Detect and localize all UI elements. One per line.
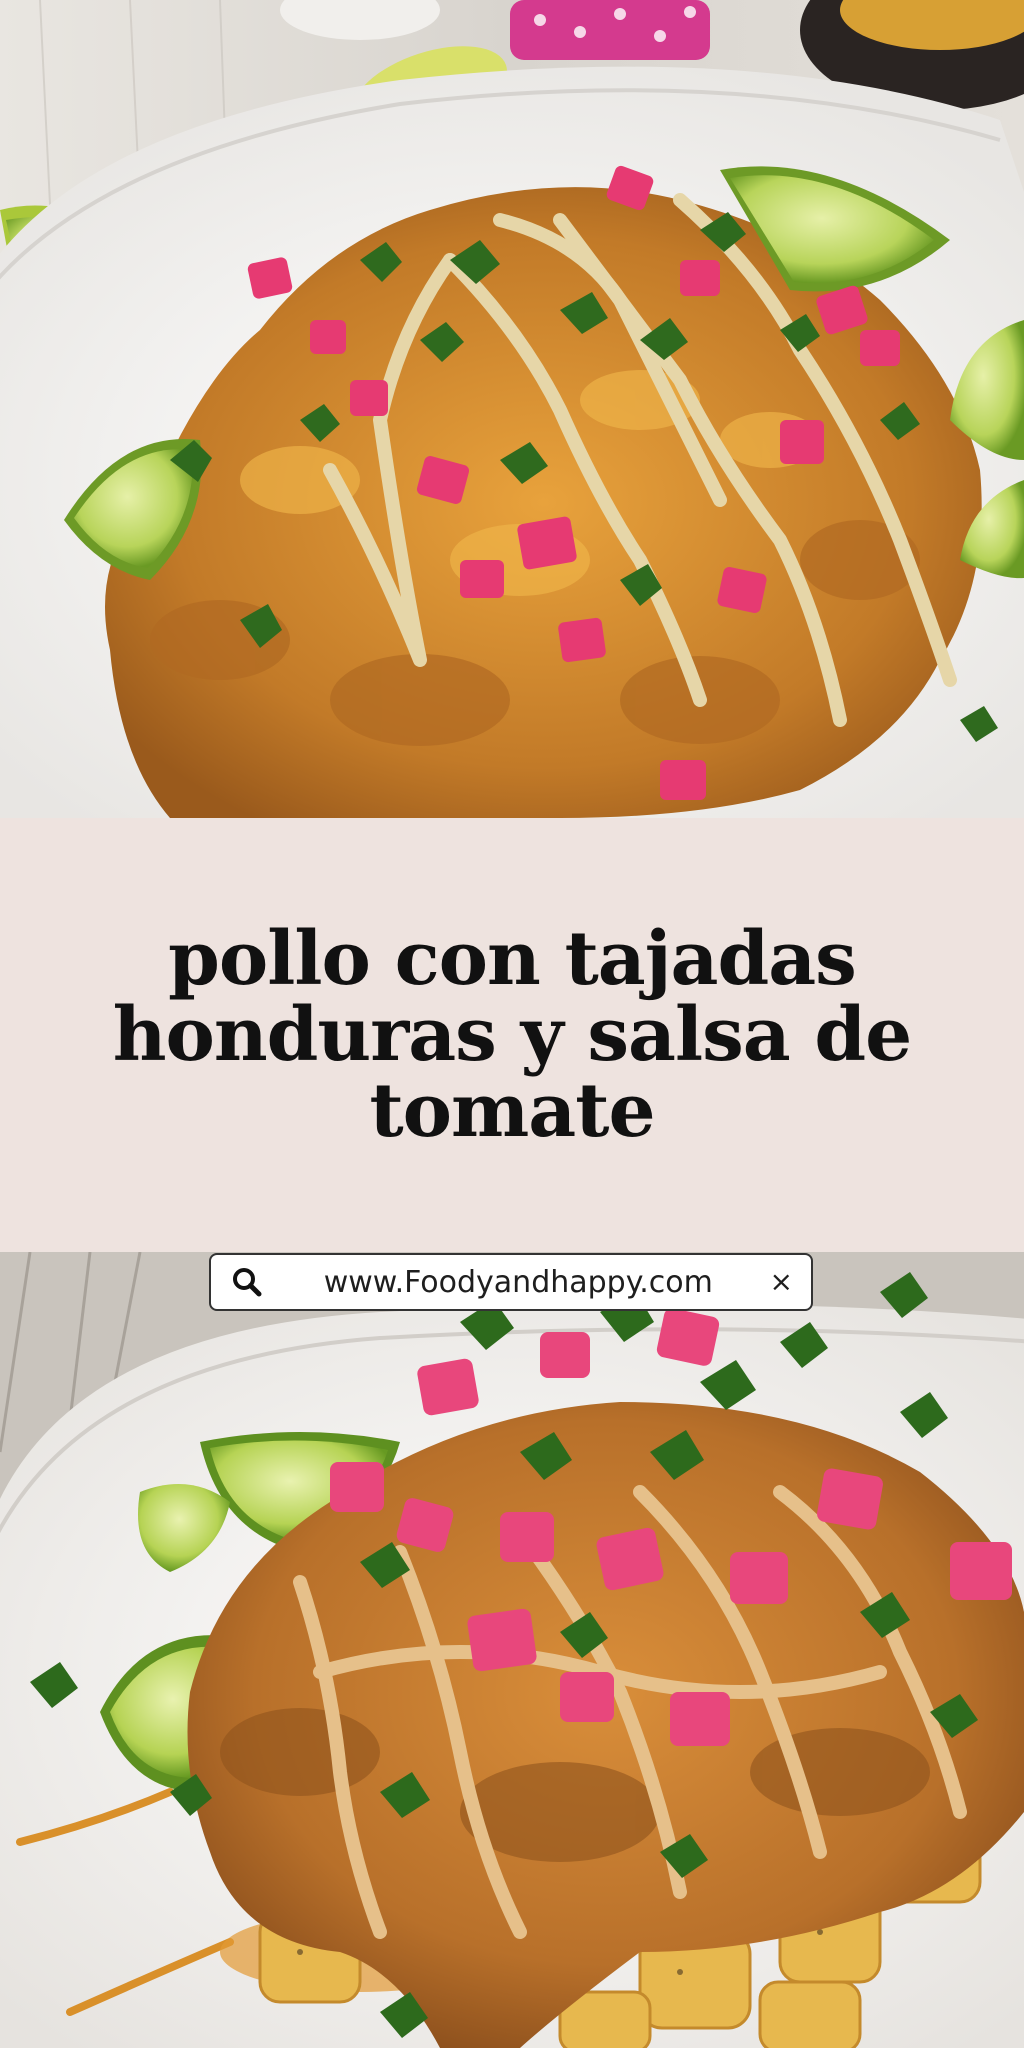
chicken-potatoes-plate-image (0, 1252, 1024, 2048)
search-icon (233, 1268, 262, 1297)
website-search-bar[interactable]: www.Foodyandhappy.com × (209, 1253, 813, 1311)
recipe-pin: pollo con tajadas honduras y salsa de to… (0, 0, 1024, 2048)
close-icon[interactable]: × (770, 1268, 793, 1296)
recipe-title: pollo con tajadas honduras y salsa de to… (112, 916, 913, 1154)
bottom-food-photo (0, 1252, 1024, 2048)
title-band: pollo con tajadas honduras y salsa de to… (0, 818, 1024, 1252)
top-food-photo (0, 0, 1024, 818)
website-url-text[interactable]: www.Foodyandhappy.com (267, 1265, 770, 1300)
fried-chicken-plate-image (0, 0, 1024, 818)
